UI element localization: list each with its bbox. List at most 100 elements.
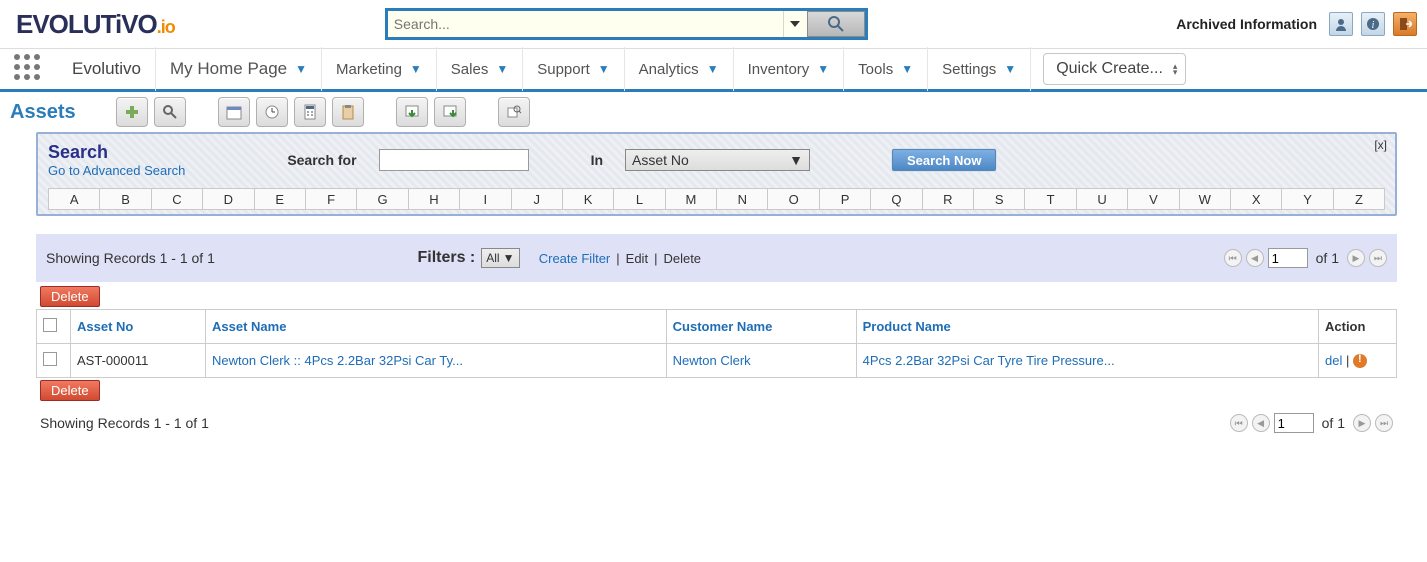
alpha-i[interactable]: I (459, 188, 510, 210)
delete-button-bottom[interactable]: Delete (40, 380, 100, 401)
search-now-button[interactable]: Search Now (892, 149, 996, 171)
brand-suffix: .io (157, 17, 175, 38)
alpha-x[interactable]: X (1230, 188, 1281, 210)
alpha-l[interactable]: L (613, 188, 664, 210)
import-button[interactable] (396, 97, 428, 127)
alpha-a[interactable]: A (48, 188, 99, 210)
page-total-bottom: of 1 (1322, 415, 1345, 431)
alpha-o[interactable]: O (767, 188, 818, 210)
logout-icon[interactable] (1393, 12, 1417, 36)
alpha-u[interactable]: U (1076, 188, 1127, 210)
col-assetname[interactable]: Asset Name (212, 319, 286, 334)
create-record-button[interactable] (116, 97, 148, 127)
global-search-button[interactable] (807, 11, 865, 37)
search-field-select[interactable]: Asset No ▼ (625, 149, 810, 171)
col-customer[interactable]: Customer Name (673, 319, 773, 334)
filters-label: Filters : (417, 249, 475, 267)
col-assetno[interactable]: Asset No (77, 319, 133, 334)
global-search-input[interactable] (388, 11, 783, 37)
alpha-j[interactable]: J (511, 188, 562, 210)
alpha-z[interactable]: Z (1333, 188, 1385, 210)
chevron-down-icon: ▼ (707, 62, 719, 76)
pager-prev-bottom[interactable]: ◀ (1252, 414, 1270, 432)
clipboard-button[interactable] (332, 97, 364, 127)
search-records-button[interactable] (154, 97, 186, 127)
alpha-v[interactable]: V (1127, 188, 1178, 210)
clock-button[interactable] (256, 97, 288, 127)
view-select[interactable]: All▼ (481, 248, 519, 268)
search-for-input[interactable] (379, 149, 529, 171)
delete-button-top[interactable]: Delete (40, 286, 100, 307)
alpha-y[interactable]: Y (1281, 188, 1332, 210)
alpha-e[interactable]: E (254, 188, 305, 210)
pager-prev[interactable]: ◀ (1246, 249, 1264, 267)
calculator-icon (302, 104, 318, 120)
alpha-t[interactable]: T (1024, 188, 1075, 210)
info-icon[interactable]: i (1361, 12, 1385, 36)
alpha-r[interactable]: R (922, 188, 973, 210)
edit-filter[interactable]: Edit (626, 251, 648, 266)
chevron-down-icon: ▼ (598, 62, 610, 76)
close-search-panel[interactable]: [x] (1374, 138, 1387, 152)
nav-analytics[interactable]: Analytics▼ (625, 47, 734, 91)
export-button[interactable] (434, 97, 466, 127)
nav-sales[interactable]: Sales▼ (437, 47, 523, 91)
pager-last-bottom[interactable]: ⏭ (1375, 414, 1393, 432)
alpha-s[interactable]: S (973, 188, 1024, 210)
delete-filter[interactable]: Delete (663, 251, 701, 266)
alpha-g[interactable]: G (356, 188, 407, 210)
user-icon[interactable] (1329, 12, 1353, 36)
module-title: Assets (10, 101, 76, 124)
calculator-button[interactable] (294, 97, 326, 127)
cell-assetname[interactable]: Newton Clerk :: 4Pcs 2.2Bar 32Psi Car Ty… (212, 353, 463, 368)
cell-customer[interactable]: Newton Clerk (673, 353, 751, 368)
search-icon (827, 15, 845, 33)
nav-myhome[interactable]: My Home Page▼ (156, 47, 322, 91)
pager-first[interactable]: ⏮ (1224, 249, 1242, 267)
alpha-bar: A B C D E F G H I J K L M N O P Q R S T … (48, 188, 1385, 210)
nav-tools[interactable]: Tools▼ (844, 47, 928, 91)
alpha-f[interactable]: F (305, 188, 356, 210)
list-table: Asset No Asset Name Customer Name Produc… (36, 309, 1397, 378)
page-input[interactable] (1268, 248, 1308, 268)
page-input-bottom[interactable] (1274, 413, 1314, 433)
create-filter-link[interactable]: Create Filter (539, 251, 611, 266)
search-title: Search (48, 142, 185, 163)
alpha-d[interactable]: D (202, 188, 253, 210)
pager-next-bottom[interactable]: ▶ (1353, 414, 1371, 432)
row-checkbox[interactable] (43, 352, 57, 366)
alpha-w[interactable]: W (1179, 188, 1230, 210)
alpha-h[interactable]: H (408, 188, 459, 210)
row-del-link[interactable]: del (1325, 353, 1342, 368)
warning-icon[interactable] (1353, 354, 1367, 368)
alpha-p[interactable]: P (819, 188, 870, 210)
apps-menu-icon[interactable] (14, 54, 44, 84)
nav-brand[interactable]: Evolutivo (58, 47, 156, 91)
col-product[interactable]: Product Name (863, 319, 951, 334)
global-search-dropdown[interactable] (783, 11, 807, 37)
calendar-button[interactable] (218, 97, 250, 127)
nav-support[interactable]: Support▼ (523, 47, 624, 91)
nav-settings[interactable]: Settings▼ (928, 47, 1031, 91)
alpha-n[interactable]: N (716, 188, 767, 210)
pager-first-bottom[interactable]: ⏮ (1230, 414, 1248, 432)
alpha-m[interactable]: M (665, 188, 716, 210)
archived-label: Archived Information (1176, 16, 1317, 32)
nav-marketing[interactable]: Marketing▼ (322, 47, 437, 91)
alpha-b[interactable]: B (99, 188, 150, 210)
pager-last[interactable]: ⏭ (1369, 249, 1387, 267)
nav-inventory[interactable]: Inventory▼ (734, 47, 845, 91)
quick-create-button[interactable]: Quick Create... ▴▾ (1043, 53, 1186, 85)
brand-logo[interactable]: EVOLUTiVO.io (16, 9, 175, 40)
alpha-k[interactable]: K (562, 188, 613, 210)
advanced-search-link[interactable]: Go to Advanced Search (48, 163, 185, 178)
chevron-down-icon: ▼ (410, 62, 422, 76)
cell-assetno: AST-000011 (77, 353, 148, 368)
alpha-c[interactable]: C (151, 188, 202, 210)
find-duplicates-button[interactable] (498, 97, 530, 127)
pager-next[interactable]: ▶ (1347, 249, 1365, 267)
top-right: Archived Information i (1176, 12, 1417, 36)
cell-product[interactable]: 4Pcs 2.2Bar 32Psi Car Tyre Tire Pressure… (863, 353, 1115, 368)
select-all-checkbox[interactable] (43, 318, 57, 332)
alpha-q[interactable]: Q (870, 188, 921, 210)
